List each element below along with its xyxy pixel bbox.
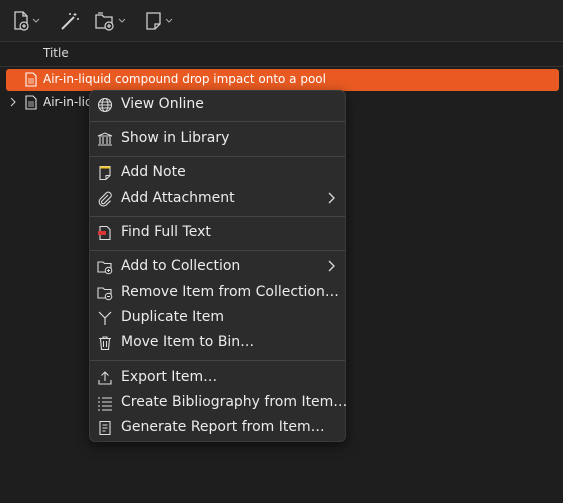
- new-collection-button[interactable]: [94, 9, 126, 33]
- menu-item-add-attachment[interactable]: Add Attachment: [90, 187, 345, 211]
- add-collection-icon: [97, 261, 113, 275]
- toolbar: [0, 0, 563, 42]
- item-title: Air-in-liquid compound drop impact onto …: [43, 72, 326, 86]
- document-icon: [25, 95, 37, 110]
- menu-item-add-to-collection[interactable]: Add to Collection: [90, 255, 345, 279]
- menu-item-label: Export Item…: [121, 369, 218, 385]
- menu-item-view-online[interactable]: View Online: [90, 93, 345, 117]
- column-header: Title: [0, 42, 563, 67]
- menu-item-label: Add Note: [121, 164, 186, 180]
- menu-item-show-in-library[interactable]: Show in Library: [90, 127, 345, 151]
- magic-wand-icon: [61, 13, 79, 30]
- menu-item-find-full-text[interactable]: Find Full Text: [90, 221, 345, 245]
- duplicate-icon: [98, 311, 112, 325]
- menu-item-label: Find Full Text: [121, 224, 211, 240]
- menu-separator: [90, 121, 345, 122]
- document-icon: [25, 72, 37, 87]
- chevron-down-icon: [118, 18, 126, 23]
- table-row[interactable]: Air-in-liquid compound drop impact onto …: [6, 69, 559, 91]
- menu-item-move-to-bin[interactable]: Move Item to Bin…: [90, 331, 345, 355]
- new-collection-icon: [95, 12, 114, 31]
- chevron-right-icon[interactable]: [10, 97, 16, 107]
- submenu-arrow-icon: [328, 192, 335, 204]
- new-item-button[interactable]: [12, 9, 40, 33]
- column-title[interactable]: Title: [43, 46, 69, 60]
- menu-item-duplicate-item[interactable]: Duplicate Item: [90, 306, 345, 330]
- menu-item-label: Add to Collection: [121, 258, 241, 274]
- pdf-icon: [98, 225, 111, 241]
- menu-item-label: Remove Item from Collection…: [121, 284, 339, 300]
- remove-collection-icon: [97, 287, 113, 301]
- bibliography-icon: [98, 397, 112, 411]
- menu-separator: [90, 156, 345, 157]
- report-icon: [99, 420, 111, 436]
- menu-item-export-item[interactable]: Export Item…: [90, 366, 345, 390]
- menu-item-label: Add Attachment: [121, 190, 235, 206]
- export-icon: [98, 371, 112, 385]
- globe-icon: [97, 97, 113, 113]
- chevron-down-icon: [32, 18, 40, 23]
- new-note-button[interactable]: [145, 9, 173, 33]
- menu-item-label: View Online: [121, 96, 204, 112]
- library-icon: [97, 132, 113, 146]
- menu-item-label: Create Bibliography from Item…: [121, 394, 348, 410]
- submenu-arrow-icon: [328, 260, 335, 272]
- magic-wand-button[interactable]: [59, 9, 81, 33]
- paperclip-icon: [98, 191, 112, 207]
- context-menu: View Online Show in Library Add Note Add…: [89, 90, 348, 442]
- menu-separator: [90, 250, 345, 251]
- menu-separator: [90, 216, 345, 217]
- menu-item-label: Duplicate Item: [121, 309, 225, 325]
- note-icon: [99, 165, 111, 181]
- menu-item-remove-from-collection[interactable]: Remove Item from Collection…: [90, 281, 345, 305]
- menu-item-create-bibliography[interactable]: Create Bibliography from Item…: [90, 391, 348, 415]
- menu-item-label: Generate Report from Item…: [121, 419, 325, 435]
- menu-item-generate-report[interactable]: Generate Report from Item…: [90, 416, 345, 440]
- chevron-down-icon: [165, 18, 173, 23]
- menu-item-label: Move Item to Bin…: [121, 334, 255, 350]
- menu-item-add-note[interactable]: Add Note: [90, 161, 345, 185]
- menu-item-label: Show in Library: [121, 130, 230, 146]
- menu-separator: [90, 360, 345, 361]
- new-note-icon: [146, 12, 161, 30]
- new-item-icon: [14, 11, 29, 31]
- trash-icon: [99, 336, 111, 351]
